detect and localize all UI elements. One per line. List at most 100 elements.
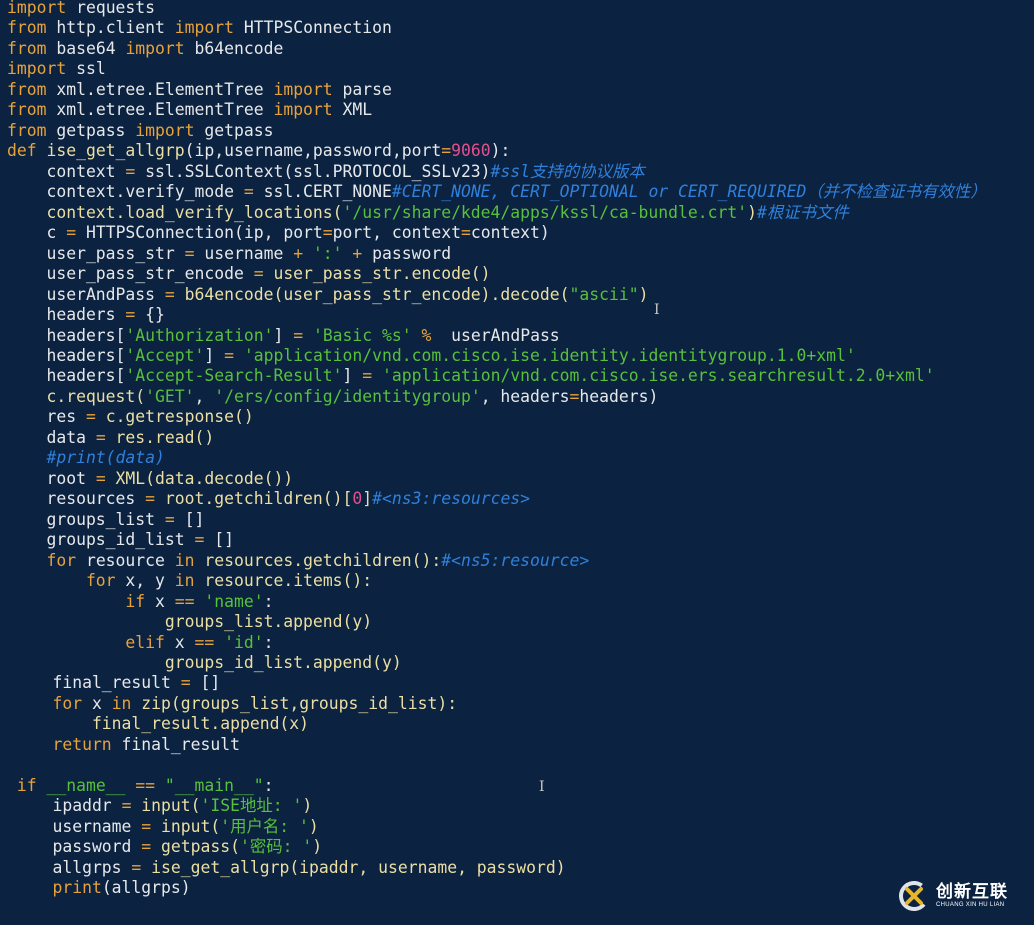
operator-token: % bbox=[411, 325, 432, 345]
code-token: ssl.CERT_NONE bbox=[253, 182, 392, 202]
code-line[interactable]: from base64 import b64encode bbox=[7, 39, 1034, 59]
code-line[interactable]: from getpass import getpass bbox=[7, 121, 1034, 141]
code-token: : bbox=[263, 632, 274, 652]
keyword-token: in bbox=[111, 693, 132, 713]
code-token: resource bbox=[76, 550, 175, 570]
code-line[interactable]: username = input('用户名: ') bbox=[7, 817, 1034, 837]
operator-token: = bbox=[441, 141, 452, 161]
call-token: user_pass_str.encode() bbox=[263, 264, 491, 284]
logo-name-cn: 创新互联 bbox=[936, 882, 1008, 902]
code-line[interactable]: c.request('GET', '/ers/config/identitygr… bbox=[7, 387, 1034, 407]
code-line[interactable]: ipaddr = input('ISE地址: ') bbox=[7, 796, 1034, 816]
call-token: ) bbox=[638, 284, 649, 304]
code-token: (allgrps) bbox=[101, 878, 191, 898]
keyword-token: import bbox=[273, 100, 333, 120]
code-line[interactable]: groups_id_list = [] bbox=[7, 530, 1034, 550]
string-token: 'id' bbox=[214, 632, 264, 652]
code-line[interactable]: res = c.getresponse() bbox=[7, 407, 1034, 427]
code-line[interactable]: #print(data) bbox=[7, 448, 1034, 468]
code-line[interactable]: data = res.read() bbox=[7, 428, 1034, 448]
code-token: ] bbox=[273, 325, 294, 345]
call-token: groups_list.append(y) bbox=[7, 612, 373, 632]
code-line[interactable]: groups_list = [] bbox=[7, 510, 1034, 530]
comment-token: #CERT_NONE, CERT_OPTIONAL or CERT_REQUIR… bbox=[391, 182, 987, 202]
call-token: b64encode(user_pass_str_encode).decode( bbox=[174, 284, 570, 304]
code-line[interactable] bbox=[7, 755, 1034, 775]
code-line[interactable]: if __name__ == "__main__": bbox=[7, 776, 1034, 796]
code-line[interactable]: for x, y in resource.items(): bbox=[7, 571, 1034, 591]
code-line[interactable]: headers['Accept-Search-Result'] = 'appli… bbox=[7, 366, 1034, 386]
text-cursor-icon: I bbox=[654, 302, 660, 318]
string-token: 'Accept-Search-Result' bbox=[125, 366, 343, 386]
call-token: ise_get_allgrp(ipaddr, username, passwor… bbox=[141, 857, 566, 877]
code-line[interactable]: headers['Authorization'] = 'Basic %s' % … bbox=[7, 326, 1034, 346]
code-line[interactable]: groups_list.append(y) bbox=[7, 612, 1034, 632]
keyword-token: import bbox=[135, 120, 195, 140]
keyword-token: for bbox=[7, 550, 77, 570]
code-line[interactable]: from xml.etree.ElementTree import parse bbox=[7, 80, 1034, 100]
code-line[interactable]: import ssl bbox=[7, 59, 1034, 79]
code-line[interactable]: for x in zip(groups_list,groups_id_list)… bbox=[7, 694, 1034, 714]
code-line[interactable]: elif x == 'id': bbox=[7, 633, 1034, 653]
code-line[interactable]: print(allgrps) bbox=[7, 878, 1034, 898]
code-line[interactable]: context.verify_mode = ssl.CERT_NONE#CERT… bbox=[7, 182, 1034, 202]
code-token: user_pass_str bbox=[7, 243, 185, 263]
operator-token: = bbox=[131, 857, 142, 877]
code-token: root bbox=[7, 468, 96, 488]
code-token: http.client bbox=[46, 18, 175, 38]
keyword-token: from bbox=[7, 120, 47, 140]
code-token: {} bbox=[135, 305, 165, 325]
code-line[interactable]: headers = {} bbox=[7, 305, 1034, 325]
code-line[interactable]: allgrps = ise_get_allgrp(ipaddr, usernam… bbox=[7, 858, 1034, 878]
code-line[interactable]: context.load_verify_locations('/usr/shar… bbox=[7, 203, 1034, 223]
operator-token: = bbox=[180, 673, 191, 693]
code-token: (ip,username,password,port bbox=[184, 141, 442, 161]
operator-token: = bbox=[224, 345, 234, 365]
code-token: HTTPSConnection(ip, port bbox=[76, 223, 323, 243]
code-token: xml.etree.ElementTree bbox=[46, 79, 274, 99]
code-line[interactable]: context = ssl.SSLContext(ssl.PROTOCOL_SS… bbox=[7, 162, 1034, 182]
code-line[interactable]: from http.client import HTTPSConnection bbox=[7, 18, 1034, 38]
call-token: ) bbox=[747, 202, 757, 222]
code-line[interactable]: for resource in resources.getchildren():… bbox=[7, 551, 1034, 571]
call-token: ] bbox=[362, 489, 373, 509]
code-editor[interactable]: import requests from http.client import H… bbox=[7, 0, 1034, 925]
code-token: c bbox=[7, 223, 67, 243]
code-token: groups_id_list bbox=[7, 530, 195, 550]
operator-token: = bbox=[125, 161, 136, 181]
string-token: "ascii" bbox=[569, 284, 639, 304]
keyword-token: if bbox=[7, 591, 146, 611]
keyword-token: from bbox=[7, 38, 47, 58]
code-token: username bbox=[194, 243, 294, 263]
code-line[interactable]: userAndPass = b64encode(user_pass_str_en… bbox=[7, 285, 1034, 305]
code-token: [] bbox=[190, 673, 221, 693]
code-line[interactable]: final_result.append(x) bbox=[7, 714, 1034, 734]
code-line[interactable]: headers['Accept'] = 'application/vnd.com… bbox=[7, 346, 1034, 366]
code-token: ): bbox=[490, 141, 511, 161]
code-token: final_result bbox=[13, 673, 181, 693]
code-line[interactable]: def ise_get_allgrp(ip,username,password,… bbox=[7, 141, 1034, 161]
code-line[interactable]: c = HTTPSConnection(ip, port=port, conte… bbox=[7, 223, 1034, 243]
code-token: headers[ bbox=[7, 366, 126, 386]
operator-token: = bbox=[184, 243, 195, 263]
code-token: headers[ bbox=[7, 345, 126, 365]
code-line[interactable]: if x == 'name': bbox=[7, 592, 1034, 612]
code-line[interactable]: root = XML(data.decode()) bbox=[7, 469, 1034, 489]
keyword-token: import bbox=[174, 18, 234, 38]
number-token: 9060 bbox=[451, 141, 491, 161]
text-cursor-icon: I bbox=[539, 779, 545, 795]
code-token: context) bbox=[470, 223, 550, 243]
keyword-token: def bbox=[7, 141, 47, 161]
code-line[interactable]: resources = root.getchildren()[0]#<ns3:r… bbox=[7, 489, 1034, 509]
code-line[interactable]: groups_id_list.append(y) bbox=[7, 653, 1034, 673]
call-token: final_result.append(x) bbox=[13, 714, 310, 734]
code-line[interactable]: password = getpass('密码: ') bbox=[7, 837, 1034, 857]
code-line[interactable]: final_result = [] bbox=[7, 673, 1034, 693]
code-line[interactable]: user_pass_str = username + ':' + passwor… bbox=[7, 244, 1034, 264]
code-line[interactable]: import requests bbox=[7, 0, 1034, 18]
keyword-token: in bbox=[174, 571, 195, 591]
string-token: 'application/vnd.com.cisco.ise.ers.searc… bbox=[372, 366, 935, 386]
code-line[interactable]: return final_result bbox=[7, 735, 1034, 755]
code-line[interactable]: from xml.etree.ElementTree import XML bbox=[7, 100, 1034, 120]
code-line[interactable]: user_pass_str_encode = user_pass_str.enc… bbox=[7, 264, 1034, 284]
